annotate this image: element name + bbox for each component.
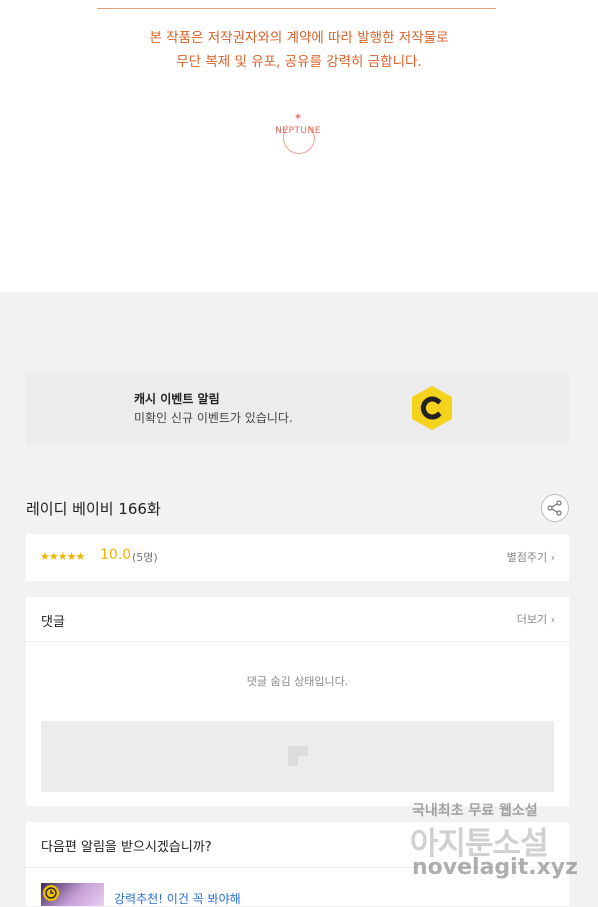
comments-more-button[interactable]: 더보기 › bbox=[517, 611, 555, 627]
recommendation-link[interactable]: 강력추천! 이건 꼭 봐야해 bbox=[114, 890, 241, 907]
viewer-end-section: 본 작품은 저작권자와의 계약에 따라 발행한 저작물로 무단 복제 및 유포,… bbox=[0, 0, 598, 292]
chevron-right-icon: › bbox=[550, 613, 555, 626]
comments-hidden-message: 댓글 숨김 상태입니다. bbox=[246, 675, 349, 688]
copyright-line-1: 본 작품은 저작권자와의 계약에 따라 발행한 저작물로 bbox=[149, 30, 449, 46]
clock-icon bbox=[43, 885, 59, 901]
c-coin-icon bbox=[412, 386, 452, 430]
next-episode-prompt: 다음편 알림을 받으시겠습니까? bbox=[41, 840, 212, 855]
recommendation-thumbnail[interactable] bbox=[41, 883, 104, 906]
cash-event-subtitle: 미확인 신규 이벤트가 있습니다. bbox=[134, 411, 293, 425]
watermark-line-1: 국내최초 무료 웹소설 bbox=[412, 803, 538, 819]
comments-card: 댓글 더보기 › 댓글 숨김 상태입니다. bbox=[26, 597, 569, 806]
rating-stars: ★★★★★ bbox=[40, 550, 85, 563]
watermark-line-3: novelagit.xyz bbox=[412, 855, 578, 880]
cash-event-title: 캐시 이벤트 알림 bbox=[134, 392, 220, 406]
publisher-logo: ✶ NEPTUNE bbox=[262, 112, 334, 154]
rating-count: (5명) bbox=[132, 551, 158, 564]
publisher-logo-text: NEPTUNE bbox=[275, 126, 321, 136]
rate-button-label: 별점주기 bbox=[506, 551, 548, 564]
cash-event-banner[interactable]: 캐시 이벤트 알림 미확인 신규 이벤트가 있습니다. bbox=[26, 373, 569, 445]
comments-title: 댓글 bbox=[41, 615, 65, 630]
image-placeholder-icon bbox=[288, 746, 308, 766]
ad-placeholder bbox=[41, 721, 554, 792]
copyright-line-2: 무단 복제 및 유포, 공유를 강력히 금합니다. bbox=[176, 54, 422, 70]
comments-header: 댓글 더보기 › bbox=[26, 597, 569, 642]
copyright-notice: 본 작품은 저작권자와의 계약에 따라 발행한 저작물로 무단 복제 및 유포,… bbox=[0, 26, 598, 74]
share-button[interactable] bbox=[541, 494, 569, 522]
share-icon bbox=[547, 500, 562, 516]
rating-card: ★★★★★ 10.0 (5명) 별점주기 › bbox=[26, 534, 569, 581]
divider bbox=[97, 8, 496, 9]
episode-title: 레이디 베이비 166화 bbox=[26, 500, 161, 518]
comments-more-label: 더보기 bbox=[516, 613, 548, 626]
rating-score: 10.0 bbox=[100, 547, 132, 563]
rate-button[interactable]: 별점주기 › bbox=[507, 549, 555, 565]
chevron-right-icon: › bbox=[550, 551, 555, 564]
site-watermark: 국내최초 무료 웹소설 아지툰소설 novelagit.xyz bbox=[410, 800, 580, 890]
